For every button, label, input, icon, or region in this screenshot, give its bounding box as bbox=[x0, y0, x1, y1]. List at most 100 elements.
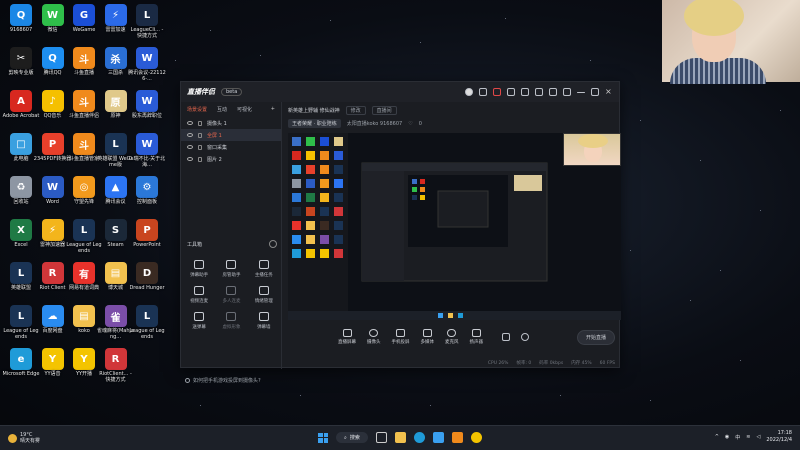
task-view-icon[interactable] bbox=[375, 432, 387, 443]
record-icon[interactable] bbox=[502, 333, 510, 341]
tab-interaction[interactable]: 互动 bbox=[217, 106, 227, 113]
stream-preview[interactable] bbox=[288, 133, 621, 320]
play-icon bbox=[422, 329, 432, 337]
desktop-icon[interactable]: W 股东再辞职位 bbox=[128, 88, 166, 132]
message-icon[interactable] bbox=[507, 88, 515, 96]
category-select[interactable]: 王者荣耀 · 职业陪练 bbox=[288, 119, 341, 128]
tool-item[interactable]: 情绪管理 bbox=[248, 286, 280, 304]
app-icon: ☁ bbox=[41, 305, 64, 327]
settings-icon[interactable] bbox=[549, 88, 557, 96]
source-item-selected[interactable]: 全屏 1 bbox=[181, 129, 281, 141]
help-hint[interactable]: 如何把手机游戏投屏到摄像头? bbox=[185, 377, 261, 384]
avatar-icon[interactable] bbox=[465, 88, 473, 96]
camera-button[interactable]: 摄像头 bbox=[367, 329, 381, 345]
eye-icon[interactable] bbox=[187, 121, 193, 125]
room-title[interactable]: 新英雄上野辅 修仙战神 bbox=[288, 107, 340, 114]
eye-icon[interactable] bbox=[187, 145, 193, 149]
lang-indicator[interactable]: 中 bbox=[735, 434, 740, 441]
desktop-icon[interactable]: R RiotClient... - 快捷方式 bbox=[97, 346, 135, 390]
tool-icon bbox=[226, 312, 237, 321]
maximize-icon[interactable] bbox=[591, 88, 599, 96]
tool-label: 弹幕助手 bbox=[190, 273, 209, 278]
tray-app-icon[interactable]: ◉ bbox=[725, 434, 729, 440]
desktop-icon[interactable]: ⚙ 控制面板 bbox=[128, 174, 166, 218]
screen-capture-button[interactable]: 直播屏幕 bbox=[338, 329, 356, 345]
edit-title-button[interactable]: 修改 bbox=[345, 106, 366, 115]
room-button[interactable]: 直播间 bbox=[371, 106, 397, 115]
media-button[interactable]: 多媒体 bbox=[421, 329, 434, 345]
tool-label: 弹幕墙 bbox=[257, 325, 271, 330]
desktop-icon[interactable]: L LeagueCli... - 快捷方式 bbox=[128, 2, 166, 46]
eye-icon[interactable] bbox=[187, 133, 193, 137]
tool-item[interactable]: 弹幕助手 bbox=[183, 260, 215, 278]
speaker-button[interactable]: 扬声器 bbox=[470, 329, 483, 345]
phone-cast-button[interactable]: 手机投屏 bbox=[392, 329, 410, 345]
desktop-icon[interactable]: W 腾讯会议-221126-... bbox=[128, 45, 166, 89]
source-label: 图片 2 bbox=[207, 156, 222, 163]
tool-item[interactable]: 弹幕墙 bbox=[248, 312, 280, 330]
desktop-icon[interactable]: D Dread Hunger bbox=[128, 260, 166, 304]
start-stream-button[interactable]: 开始直播 bbox=[576, 329, 615, 345]
status-memory: 内存 45% bbox=[571, 361, 592, 366]
start-icon[interactable] bbox=[318, 432, 328, 443]
source-item[interactable]: 摄像头 1 bbox=[181, 117, 281, 129]
desktop-icon-label: RiotClient... - 快捷方式 bbox=[99, 371, 132, 383]
wifi-icon[interactable]: ≋ bbox=[746, 434, 750, 440]
headset-icon[interactable] bbox=[479, 88, 487, 96]
tool-item[interactable]: 主播任务 bbox=[248, 260, 280, 278]
version-badge[interactable]: beta bbox=[221, 88, 243, 96]
status-bitrate: 码率 0kbps bbox=[539, 361, 564, 366]
camera-preview[interactable] bbox=[563, 133, 621, 166]
tray-chevron-icon[interactable]: ^ bbox=[715, 434, 719, 440]
search-label: 搜索 bbox=[349, 435, 360, 441]
lock-icon[interactable] bbox=[198, 156, 202, 162]
more-tools-icon[interactable] bbox=[269, 240, 277, 248]
tool-item[interactable]: 送弹幕 bbox=[183, 312, 215, 330]
eye-icon[interactable] bbox=[187, 157, 193, 161]
volume-icon[interactable]: ◁ bbox=[757, 434, 761, 440]
desktop-icon-label: League of Legends bbox=[129, 328, 165, 340]
taskbar-search[interactable]: ⌕ 搜索 bbox=[336, 432, 368, 443]
app-icon: 斗 bbox=[73, 133, 95, 155]
tool-item[interactable]: 视频连麦 bbox=[183, 286, 215, 304]
lock-icon[interactable] bbox=[198, 132, 202, 138]
app-icon: Q bbox=[10, 4, 32, 26]
file-explorer-icon[interactable] bbox=[394, 432, 406, 443]
desktop-icon[interactable]: P PowerPoint bbox=[128, 217, 166, 261]
tool-item[interactable]: 房管助手 bbox=[215, 260, 247, 278]
streaming-app-icon[interactable] bbox=[451, 432, 463, 443]
close-icon[interactable]: × bbox=[605, 88, 613, 96]
mail-icon[interactable] bbox=[535, 88, 543, 96]
app-icon: ⚡ bbox=[41, 219, 64, 241]
tool-icon bbox=[258, 312, 269, 321]
webcam-overlay bbox=[662, 0, 800, 84]
tool-icon bbox=[258, 260, 269, 269]
lock-icon[interactable] bbox=[198, 144, 202, 150]
app-icon: Y bbox=[73, 348, 95, 370]
clock[interactable]: 17:18 2022/12/4 bbox=[766, 430, 792, 444]
tab-visual[interactable]: 可视化 bbox=[237, 106, 252, 113]
yy-icon[interactable] bbox=[470, 432, 482, 443]
microphone-button[interactable]: 麦克风 bbox=[445, 329, 459, 345]
desktop-icon[interactable]: W0 瑞不比·关于北海… bbox=[128, 131, 166, 175]
tool-item[interactable]: 多人连麦 bbox=[215, 286, 247, 304]
app-icon: ✂ bbox=[10, 47, 32, 69]
minimize-icon[interactable] bbox=[577, 91, 585, 93]
control-bar: 直播屏幕 摄像头 手机投屏 多媒体 麦克风 扬声器 开始直播 bbox=[282, 325, 621, 349]
app-icon: G bbox=[73, 4, 95, 26]
edge-icon[interactable] bbox=[413, 432, 425, 443]
weather-widget[interactable]: 19°C 晴天有雾 bbox=[0, 432, 40, 444]
settings-gear-icon[interactable] bbox=[521, 333, 529, 341]
desktop-icon[interactable]: L League of Legends bbox=[128, 303, 166, 347]
source-item[interactable]: 窗口采集 bbox=[181, 141, 281, 153]
menu-icon[interactable] bbox=[563, 88, 571, 96]
source-item[interactable]: 图片 2 bbox=[181, 153, 281, 165]
room-title-row: 新英雄上野辅 修仙战神 修改 直播间 bbox=[282, 102, 621, 119]
tab-scene[interactable]: 场景设置 bbox=[187, 106, 207, 113]
lock-icon[interactable] bbox=[198, 120, 202, 126]
gift-icon[interactable] bbox=[493, 88, 501, 96]
store-icon[interactable] bbox=[432, 432, 444, 443]
add-source-icon[interactable]: + bbox=[271, 106, 275, 113]
chat-icon[interactable] bbox=[521, 88, 529, 96]
tool-item[interactable]: 虚拟形象 bbox=[215, 312, 247, 330]
